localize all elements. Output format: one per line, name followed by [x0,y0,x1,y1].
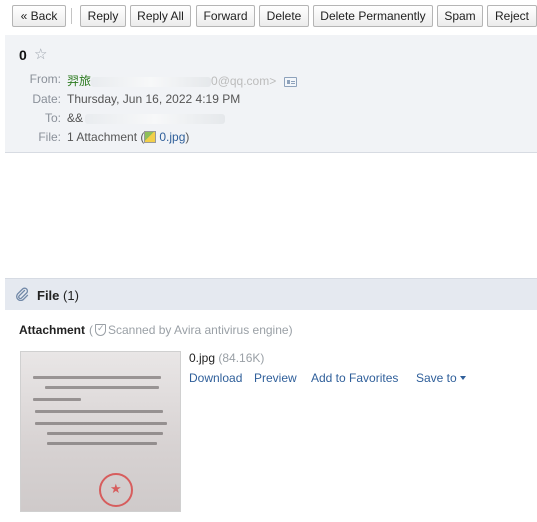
document-text-line [35,422,167,425]
scan-open: ( [89,323,93,337]
document-text-line [45,386,159,389]
attachment-summary: 1 Attachment ( 0.jpg) [67,130,189,144]
to-label: To: [44,111,61,125]
spam-button[interactable]: Spam [437,5,483,27]
delete-permanently-button[interactable]: Delete Permanently [313,5,433,27]
file-section-header: File (1) [5,278,537,310]
mail-toolbar: « Back Reply Reply All Forward Delete De… [0,0,537,32]
star-icon[interactable]: ☆ [34,45,47,63]
attachment-thumbnail[interactable]: ★ [20,351,181,512]
contact-card-icon[interactable] [284,76,298,87]
scan-text: Scanned by Avira antivirus engine) [108,323,293,337]
date-label: Date: [32,92,61,106]
shield-check-icon [95,323,106,336]
sender-name[interactable]: 羿旅 [67,74,91,88]
attachment-count: 1 Attachment ( [67,130,145,144]
to-value: && [67,111,226,125]
reject-button[interactable]: Reject [487,5,537,27]
attachment-size: (84.16K) [218,351,265,365]
redacted-address [91,76,212,87]
message-subject: 0 [19,47,27,63]
download-link[interactable]: Download [189,371,242,385]
file-label: File: [38,130,61,144]
file-count: (1) [63,288,79,303]
paperclip-icon [16,287,29,301]
document-text-line [47,442,157,445]
jpg-file-icon [144,131,157,143]
save-to-label: Save to [416,371,457,385]
reply-button[interactable]: Reply [80,5,126,27]
document-text-line [35,410,163,413]
forward-button[interactable]: Forward [196,5,255,27]
attachment-filename: 0.jpg [189,351,216,365]
back-button[interactable]: « Back [12,5,66,27]
redacted-recipient [85,113,226,124]
message-header: 0 ☆ From: 羿旅 0@qq.com> Date: Thursday, Ju… [5,35,537,153]
reply-all-button[interactable]: Reply All [130,5,191,27]
add-to-favorites-link[interactable]: Add to Favorites [311,371,398,385]
red-seal-stamp: ★ [99,473,133,507]
from-label: From: [29,72,61,86]
document-text-line [33,398,81,401]
document-text-line [47,432,163,435]
from-value: 羿旅 0@qq.com> [67,72,298,89]
recipient-name: && [67,111,84,125]
file-title-text: File [37,288,60,303]
document-text-line [33,376,161,379]
date-value: Thursday, Jun 16, 2022 4:19 PM [67,92,241,106]
toolbar-divider [71,8,72,24]
attachment-heading: Attachment [19,323,86,337]
sender-address: 0@qq.com> [211,74,277,88]
attachment-close: ) [185,130,190,144]
save-to-dropdown[interactable]: Save to [416,371,466,385]
attachment-file-info: 0.jpg (84.16K) [189,351,264,365]
file-section-title: File (1) [37,288,79,303]
preview-link[interactable]: Preview [254,371,297,385]
scan-status: ( Scanned by Avira antivirus engine) [89,323,293,337]
attachment-link[interactable]: 0.jpg [159,130,185,144]
delete-button[interactable]: Delete [259,5,309,27]
seal-star-icon: ★ [110,481,122,496]
caret-down-icon [459,376,466,380]
